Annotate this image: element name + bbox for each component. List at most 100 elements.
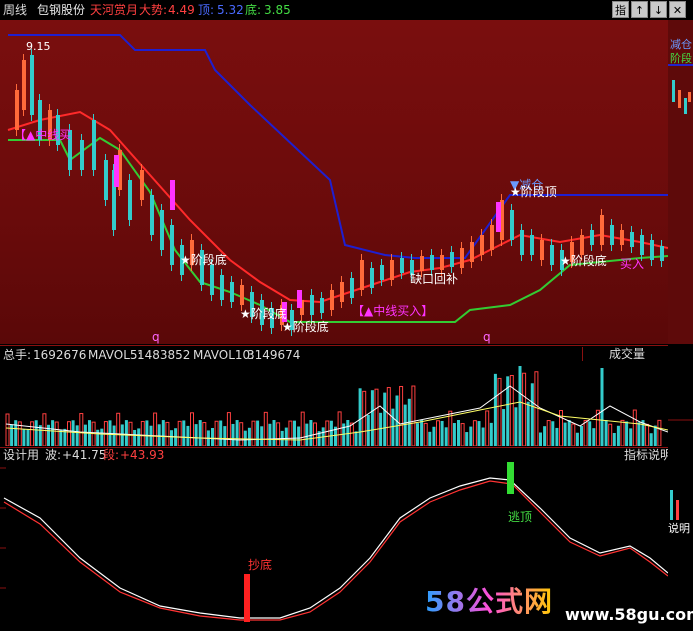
watermark-url: www.58gu.com [565, 605, 693, 624]
segment-line [3, 480, 668, 621]
volume-bar-4 [22, 429, 26, 446]
volume-bar-107 [444, 427, 448, 446]
volume-bar-51 [214, 420, 219, 446]
volume-bar-146 [604, 420, 608, 446]
watermark-main: 58公式网 [425, 580, 553, 620]
volume-bar-29 [124, 420, 128, 446]
volume-bar-33 [140, 420, 145, 446]
volume-bar-65 [272, 420, 276, 446]
volume-bar-71 [297, 426, 301, 446]
volume-bar-144 [595, 409, 600, 446]
price-candle-body-34 [350, 278, 354, 298]
stage-bottom-signal-3: ★阶段底 [282, 320, 329, 334]
volume-bar-17 [75, 425, 79, 446]
price-candle-body-52 [530, 235, 534, 255]
close-button[interactable]: ✕ [669, 1, 686, 18]
volume-bar-136 [563, 422, 567, 446]
price-candle-body-62 [630, 232, 634, 247]
volume-bar-2 [14, 420, 18, 446]
stage-top-signal: ★阶段顶 [510, 185, 557, 199]
volume-panel[interactable]: 总手: 1692676 MAVOL5: 1483852 MAVOL10: 314… [0, 346, 668, 446]
volume-bar-145 [600, 368, 604, 446]
stage-bottom-signal-2: ★阶段底 [240, 307, 287, 321]
volume-bar-149 [616, 425, 620, 446]
signal-bar-3 [297, 290, 302, 308]
volume-bar-157 [649, 433, 653, 446]
price-candle-body-22 [230, 282, 234, 302]
mavol10-label: MAVOL10: [193, 348, 255, 362]
price-candle-body-41 [420, 256, 424, 271]
volume-bar-54 [226, 412, 231, 446]
volume-bar-120 [497, 377, 502, 446]
volume-bar-42 [177, 420, 182, 446]
volume-bar-70 [293, 420, 296, 446]
bottom-value: 3.85 [264, 3, 291, 17]
price-candle-body-59 [600, 215, 604, 245]
volume-bar-105 [436, 420, 440, 446]
volume-bar-44 [186, 425, 190, 446]
volume-bar-96 [399, 385, 404, 446]
price-candle-body-14 [150, 195, 154, 235]
volume-bar-112 [465, 432, 469, 446]
price-chart [7, 34, 668, 336]
volume-tab[interactable]: 成交量 [582, 347, 668, 361]
volume-bar-86 [358, 388, 362, 446]
volume-bar-32 [137, 428, 141, 446]
volume-bar-5 [26, 429, 30, 446]
price-candle-body-9 [104, 160, 108, 200]
indicator-button[interactable]: 指 [612, 1, 629, 18]
volume-bar-92 [383, 392, 387, 446]
volume-bar-6 [30, 421, 35, 446]
price-candle-body-20 [210, 265, 214, 295]
trend-value: 4.49 [168, 3, 195, 17]
wave-panel[interactable]: 设计用 波: +41.75 段: +43.93 指标说明 逃顶 抄底 [0, 448, 672, 631]
price-candle-body-32 [330, 290, 334, 310]
volume-bar-57 [239, 422, 244, 446]
volume-bar-87 [362, 390, 367, 446]
volume-bar-114 [472, 420, 477, 446]
volume-bar-134 [555, 427, 559, 446]
mavol10-value: 3149674 [247, 348, 301, 362]
period-label[interactable]: 周线 [3, 3, 27, 17]
price-candle-body-15 [160, 210, 164, 250]
volume-bar-158 [653, 425, 657, 446]
volume-bar-104 [432, 426, 436, 446]
volume-bar-94 [391, 408, 395, 446]
gap-fill-signal: 缺口回补 [410, 272, 459, 286]
signal-bar-0 [114, 155, 119, 187]
volume-bar-106 [440, 420, 444, 446]
volume-bar-132 [546, 420, 551, 446]
stock-name: 包钢股份 [37, 3, 86, 17]
volume-bar-116 [481, 427, 485, 446]
mavol5-label: MAVOL5: [88, 348, 142, 362]
price-candle-body-43 [440, 255, 444, 270]
adjacent-panel-strip: 减仓 阶段 说明 [668, 20, 693, 631]
volume-bar-93 [386, 387, 391, 446]
scroll-down-button[interactable]: ↓ [650, 1, 667, 18]
volume-bar-141 [583, 419, 588, 446]
volume-bar-34 [145, 420, 149, 446]
volume-bar-47 [198, 420, 202, 446]
price-candle-body-65 [660, 246, 664, 261]
volume-bar-53 [223, 426, 227, 446]
wave-title: 设计用 [3, 448, 40, 462]
volume-bar-113 [469, 426, 473, 446]
volume-bar-38 [161, 420, 165, 446]
stage-bottom-signal-4: ★阶段底 [560, 254, 607, 268]
volume-bar-103 [428, 431, 432, 446]
volume-bar-153 [632, 409, 637, 446]
price-panel[interactable]: 9.15 【▲中线买 ★阶段底 ★阶段底 ★阶段底 【▲中线买入】 缺口回补 ▼… [0, 20, 668, 344]
q-marker-1: q [152, 330, 160, 344]
volume-bar-90 [374, 388, 379, 446]
indicator-help-button[interactable]: 指标说明 [624, 448, 672, 462]
price-candle-body-60 [610, 225, 614, 245]
volume-bar-22 [96, 429, 100, 446]
wave-label: 波: [45, 448, 62, 462]
volume-bar-111 [460, 423, 465, 446]
volume-bar-69 [288, 420, 293, 446]
scroll-up-button[interactable]: ↑ [631, 1, 648, 18]
price-candle-body-61 [620, 230, 624, 245]
price-candle-body-8 [92, 120, 96, 170]
volume-bar-137 [567, 420, 571, 446]
buy-tag: 买入 [620, 257, 645, 271]
